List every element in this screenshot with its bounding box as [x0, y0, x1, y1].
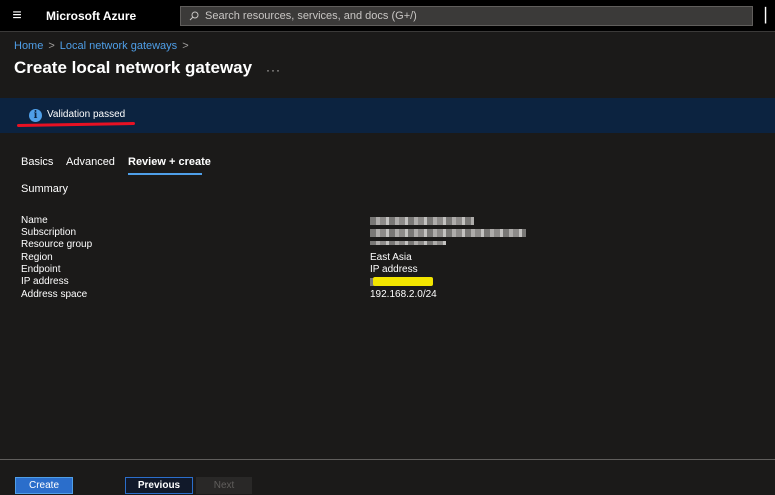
label-name: Name — [21, 215, 48, 226]
search-placeholder: Search resources, services, and docs (G+… — [205, 10, 417, 22]
label-region: Region — [21, 252, 53, 263]
redacted-resource-group-value — [370, 241, 446, 245]
label-subscription: Subscription — [21, 227, 77, 238]
brand-logo[interactable]: Microsoft Azure — [46, 9, 136, 23]
label-resource-group: Resource group — [21, 239, 93, 250]
label-endpoint: Endpoint — [21, 264, 61, 275]
next-button[interactable]: Next — [196, 477, 252, 494]
active-tab-indicator — [128, 173, 202, 175]
more-options-icon[interactable]: ··· — [266, 63, 281, 77]
label-ip-address: IP address — [21, 276, 69, 287]
address-space-value: 192.168.2.0/24 — [370, 289, 437, 300]
create-button[interactable]: Create — [15, 477, 73, 494]
redacted-name-value — [370, 217, 474, 225]
validation-message: Validation passed — [47, 109, 126, 120]
global-search-input[interactable]: Search resources, services, and docs (G+… — [180, 6, 753, 26]
breadcrumb-separator: > — [182, 40, 189, 52]
breadcrumb-separator: > — [48, 40, 55, 52]
tab-review-create[interactable]: Review + create — [128, 156, 211, 168]
annotation-underline — [16, 121, 136, 128]
breadcrumb-local-network-gateways[interactable]: Local network gateways — [60, 40, 177, 52]
tab-advanced[interactable]: Advanced — [66, 156, 115, 168]
previous-button[interactable]: Previous — [125, 477, 193, 494]
top-navigation-bar: ≡ Microsoft Azure Search resources, serv… — [0, 0, 775, 32]
redacted-ip-address-highlight — [373, 277, 433, 286]
main-content: Home > Local network gateways > Create loca… — [0, 33, 775, 457]
endpoint-value: IP address — [370, 264, 418, 275]
label-address-space: Address space — [21, 289, 88, 300]
breadcrumb-home[interactable]: Home — [14, 40, 43, 52]
redacted-subscription-value — [370, 229, 526, 237]
more-icon[interactable]: ▏ — [765, 7, 775, 25]
region-value: East Asia — [370, 252, 412, 263]
breadcrumb: Home > Local network gateways > — [14, 40, 194, 52]
wizard-footer: Create Previous Next — [0, 459, 775, 495]
validation-banner: i Validation passed — [0, 98, 775, 133]
tab-basics[interactable]: Basics — [21, 156, 53, 168]
summary-heading: Summary — [21, 183, 69, 195]
search-icon — [189, 11, 199, 21]
info-icon: i — [29, 109, 42, 122]
hamburger-icon[interactable]: ≡ — [0, 0, 34, 32]
page-title: Create local network gateway — [14, 58, 253, 77]
